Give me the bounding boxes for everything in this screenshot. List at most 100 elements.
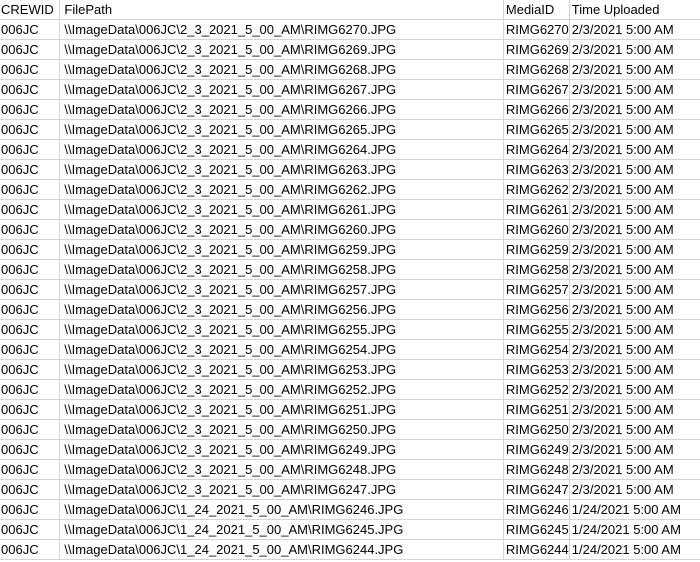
cell-mediaid[interactable]: RIMG6251: [503, 399, 570, 420]
cell-time-uploaded[interactable]: 2/3/2021 5:00 AM: [569, 119, 700, 140]
cell-filepath[interactable]: \\ImageData\006JC\2_3_2021_5_00_AM\RIMG6…: [59, 419, 504, 440]
cell-crewid[interactable]: 006JC: [0, 479, 61, 500]
cell-mediaid[interactable]: RIMG6245: [503, 519, 570, 540]
cell-crewid[interactable]: 006JC: [0, 319, 61, 340]
cell-crewid[interactable]: 006JC: [0, 259, 61, 280]
cell-mediaid[interactable]: RIMG6269: [503, 39, 570, 60]
cell-filepath[interactable]: \\ImageData\006JC\2_3_2021_5_00_AM\RIMG6…: [59, 219, 504, 240]
cell-filepath[interactable]: \\ImageData\006JC\2_3_2021_5_00_AM\RIMG6…: [59, 139, 504, 160]
cell-time-uploaded[interactable]: 2/3/2021 5:00 AM: [569, 359, 700, 380]
cell-mediaid[interactable]: RIMG6260: [503, 219, 570, 240]
cell-crewid[interactable]: 006JC: [0, 399, 61, 420]
cell-time-uploaded[interactable]: 2/3/2021 5:00 AM: [569, 439, 700, 460]
cell-mediaid[interactable]: RIMG6267: [503, 79, 570, 100]
cell-time-uploaded[interactable]: 2/3/2021 5:00 AM: [569, 59, 700, 80]
cell-time-uploaded[interactable]: 2/3/2021 5:00 AM: [569, 399, 700, 420]
cell-time-uploaded[interactable]: 2/3/2021 5:00 AM: [569, 139, 700, 160]
cell-time-uploaded[interactable]: 2/3/2021 5:00 AM: [569, 419, 700, 440]
cell-crewid[interactable]: 006JC: [0, 219, 61, 240]
cell-filepath[interactable]: \\ImageData\006JC\2_3_2021_5_00_AM\RIMG6…: [59, 299, 504, 320]
cell-filepath[interactable]: \\ImageData\006JC\2_3_2021_5_00_AM\RIMG6…: [59, 19, 504, 40]
cell-time-uploaded[interactable]: 2/3/2021 5:00 AM: [569, 459, 700, 480]
cell-filepath[interactable]: \\ImageData\006JC\1_24_2021_5_00_AM\RIMG…: [59, 499, 504, 520]
cell-mediaid[interactable]: RIMG6248: [503, 459, 570, 480]
cell-time-uploaded[interactable]: 2/3/2021 5:00 AM: [569, 239, 700, 260]
cell-crewid[interactable]: 006JC: [0, 99, 61, 120]
header-mediaid[interactable]: MediaID: [503, 0, 570, 20]
cell-filepath[interactable]: \\ImageData\006JC\2_3_2021_5_00_AM\RIMG6…: [59, 459, 504, 480]
cell-crewid[interactable]: 006JC: [0, 499, 61, 520]
cell-filepath[interactable]: \\ImageData\006JC\2_3_2021_5_00_AM\RIMG6…: [59, 439, 504, 460]
cell-crewid[interactable]: 006JC: [0, 279, 61, 300]
cell-time-uploaded[interactable]: 2/3/2021 5:00 AM: [569, 179, 700, 200]
cell-crewid[interactable]: 006JC: [0, 179, 61, 200]
cell-crewid[interactable]: 006JC: [0, 79, 61, 100]
cell-crewid[interactable]: 006JC: [0, 119, 61, 140]
cell-mediaid[interactable]: RIMG6244: [503, 539, 570, 560]
cell-mediaid[interactable]: RIMG6255: [503, 319, 570, 340]
cell-mediaid[interactable]: RIMG6253: [503, 359, 570, 380]
cell-filepath[interactable]: \\ImageData\006JC\2_3_2021_5_00_AM\RIMG6…: [59, 119, 504, 140]
header-filepath[interactable]: FilePath: [59, 0, 504, 20]
cell-mediaid[interactable]: RIMG6261: [503, 199, 570, 220]
cell-mediaid[interactable]: RIMG6259: [503, 239, 570, 260]
cell-filepath[interactable]: \\ImageData\006JC\1_24_2021_5_00_AM\RIMG…: [59, 519, 504, 540]
cell-crewid[interactable]: 006JC: [0, 139, 61, 160]
header-time-uploaded[interactable]: Time Uploaded: [569, 0, 700, 20]
cell-crewid[interactable]: 006JC: [0, 19, 61, 40]
cell-time-uploaded[interactable]: 2/3/2021 5:00 AM: [569, 199, 700, 220]
cell-filepath[interactable]: \\ImageData\006JC\2_3_2021_5_00_AM\RIMG6…: [59, 359, 504, 380]
cell-time-uploaded[interactable]: 2/3/2021 5:00 AM: [569, 299, 700, 320]
cell-crewid[interactable]: 006JC: [0, 359, 61, 380]
cell-filepath[interactable]: \\ImageData\006JC\2_3_2021_5_00_AM\RIMG6…: [59, 59, 504, 80]
cell-time-uploaded[interactable]: 2/3/2021 5:00 AM: [569, 99, 700, 120]
cell-mediaid[interactable]: RIMG6258: [503, 259, 570, 280]
cell-mediaid[interactable]: RIMG6266: [503, 99, 570, 120]
cell-filepath[interactable]: \\ImageData\006JC\2_3_2021_5_00_AM\RIMG6…: [59, 179, 504, 200]
cell-mediaid[interactable]: RIMG6270: [503, 19, 570, 40]
cell-time-uploaded[interactable]: 2/3/2021 5:00 AM: [569, 19, 700, 40]
cell-time-uploaded[interactable]: 1/24/2021 5:00 AM: [569, 499, 700, 520]
cell-crewid[interactable]: 006JC: [0, 439, 61, 460]
cell-crewid[interactable]: 006JC: [0, 59, 61, 80]
cell-filepath[interactable]: \\ImageData\006JC\1_24_2021_5_00_AM\RIMG…: [59, 539, 504, 560]
cell-time-uploaded[interactable]: 1/24/2021 5:00 AM: [569, 519, 700, 540]
cell-filepath[interactable]: \\ImageData\006JC\2_3_2021_5_00_AM\RIMG6…: [59, 159, 504, 180]
cell-crewid[interactable]: 006JC: [0, 519, 61, 540]
cell-mediaid[interactable]: RIMG6249: [503, 439, 570, 460]
cell-crewid[interactable]: 006JC: [0, 419, 61, 440]
cell-time-uploaded[interactable]: 2/3/2021 5:00 AM: [569, 339, 700, 360]
cell-mediaid[interactable]: RIMG6246: [503, 499, 570, 520]
cell-crewid[interactable]: 006JC: [0, 299, 61, 320]
cell-crewid[interactable]: 006JC: [0, 539, 61, 560]
cell-mediaid[interactable]: RIMG6262: [503, 179, 570, 200]
cell-crewid[interactable]: 006JC: [0, 459, 61, 480]
cell-crewid[interactable]: 006JC: [0, 339, 61, 360]
cell-filepath[interactable]: \\ImageData\006JC\2_3_2021_5_00_AM\RIMG6…: [59, 39, 504, 60]
cell-crewid[interactable]: 006JC: [0, 39, 61, 60]
cell-time-uploaded[interactable]: 2/3/2021 5:00 AM: [569, 159, 700, 180]
cell-mediaid[interactable]: RIMG6265: [503, 119, 570, 140]
cell-crewid[interactable]: 006JC: [0, 159, 61, 180]
cell-mediaid[interactable]: RIMG6263: [503, 159, 570, 180]
cell-filepath[interactable]: \\ImageData\006JC\2_3_2021_5_00_AM\RIMG6…: [59, 259, 504, 280]
cell-filepath[interactable]: \\ImageData\006JC\2_3_2021_5_00_AM\RIMG6…: [59, 199, 504, 220]
cell-mediaid[interactable]: RIMG6252: [503, 379, 570, 400]
cell-time-uploaded[interactable]: 2/3/2021 5:00 AM: [569, 379, 700, 400]
cell-time-uploaded[interactable]: 1/24/2021 5:00 AM: [569, 539, 700, 560]
cell-filepath[interactable]: \\ImageData\006JC\2_3_2021_5_00_AM\RIMG6…: [59, 99, 504, 120]
cell-filepath[interactable]: \\ImageData\006JC\2_3_2021_5_00_AM\RIMG6…: [59, 319, 504, 340]
cell-filepath[interactable]: \\ImageData\006JC\2_3_2021_5_00_AM\RIMG6…: [59, 379, 504, 400]
cell-filepath[interactable]: \\ImageData\006JC\2_3_2021_5_00_AM\RIMG6…: [59, 339, 504, 360]
cell-mediaid[interactable]: RIMG6257: [503, 279, 570, 300]
cell-crewid[interactable]: 006JC: [0, 239, 61, 260]
cell-time-uploaded[interactable]: 2/3/2021 5:00 AM: [569, 219, 700, 240]
cell-time-uploaded[interactable]: 2/3/2021 5:00 AM: [569, 319, 700, 340]
cell-mediaid[interactable]: RIMG6268: [503, 59, 570, 80]
cell-time-uploaded[interactable]: 2/3/2021 5:00 AM: [569, 39, 700, 60]
cell-mediaid[interactable]: RIMG6254: [503, 339, 570, 360]
cell-time-uploaded[interactable]: 2/3/2021 5:00 AM: [569, 479, 700, 500]
cell-mediaid[interactable]: RIMG6264: [503, 139, 570, 160]
cell-filepath[interactable]: \\ImageData\006JC\2_3_2021_5_00_AM\RIMG6…: [59, 399, 504, 420]
cell-mediaid[interactable]: RIMG6250: [503, 419, 570, 440]
